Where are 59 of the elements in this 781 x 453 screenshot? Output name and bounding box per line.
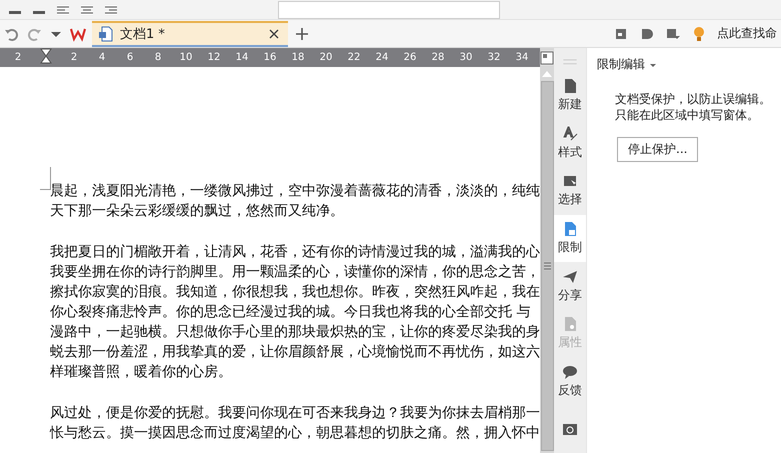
text-line: 我要坐拥在你的诗行韵脚里。用一颗温柔的心，读懂你的深情，你的思念之苦， [50,263,540,282]
text-line: 漫路中，一起驰横。只想做你手心里的那块最炽热的宝，让你的疼爱尽染我的身 [50,323,540,342]
lightbulb-icon [691,26,707,42]
ruler-number: 20 [318,52,334,63]
grip-icon[interactable] [562,58,578,66]
align-center-icon[interactable] [80,4,94,14]
ruler-number: 22 [346,52,362,63]
scroll-thumb[interactable] [540,81,554,451]
new-icon [562,78,578,94]
side-tab[interactable]: 选择 [554,166,586,215]
side-tab[interactable]: 限制 [554,214,586,262]
ruler-number: 14 [234,52,250,63]
share-icon [562,268,578,285]
side-tab[interactable]: 新建 [554,72,586,120]
text-line: 天下那一朵朵云彩缓缓的飘过，悠然而又纯净。 [50,202,345,221]
ruler-number: 10 [178,52,194,63]
margin-corner-mark [40,167,51,190]
protection-message: 只能在此区域中填写窗体。 [615,107,760,123]
properties-icon [562,316,578,332]
new-tab-icon[interactable] [294,26,310,42]
stop-protection-button[interactable]: 停止保护... [617,137,698,162]
text-line: 擦拭你寂寞的泪痕。我知道，你很想我，我也想你。昨夜，突然狂风咋起，我在 [50,283,540,302]
ruler-number: 24 [374,52,390,63]
text-line: 我把夏日的门楣敞开着，让清风，花香，还有你的诗情漫过我的城，溢满我的心 [50,243,540,262]
document-tab[interactable]: 文档1 * [92,20,288,46]
text-line: 风过处，便是你爱的抚慰。我要问你现在可否来我身边？我要为你抹去眉梢那一 [50,404,540,423]
ruler-number: 6 [126,52,134,63]
scrollbar[interactable] [540,48,554,453]
side-tab[interactable]: 样式 [554,119,586,167]
restrict-icon [562,220,578,237]
style-icon [562,126,578,142]
ruler-number: 16 [262,52,278,63]
side-tab[interactable]: 反馈 [554,358,586,406]
ruler-number: 26 [402,52,418,63]
align-left-icon[interactable] [56,4,70,14]
protection-message: 文档受保护，以防止误编辑。 [615,91,771,107]
ruler-number: 32 [486,52,502,63]
ruler-number: 2 [14,52,22,63]
panel-title[interactable]: 限制编辑 [597,56,645,73]
ruler-number: 4 [98,52,106,63]
ruler-number: 34 [514,52,530,63]
align-right-icon[interactable] [104,4,118,14]
ruler-number: 8 [154,52,162,63]
text-line: 怅与愁云。摸一摸因思念而过度渴望的心，朝思暮想的切肤之痛。然，拥入怀中 [50,424,540,443]
split-view-icon[interactable] [540,51,554,65]
ruler-number: 18 [290,52,306,63]
ruler-number: 28 [430,52,446,63]
document-icon [98,26,114,42]
side-tab[interactable]: 分享 [554,262,586,310]
text-line: 你心裂疼痛悲怜声。你的思念已经漫过我的城。今日我也将我的心全部交托 与 [50,303,532,322]
feedback-icon [562,364,578,380]
command-search-hint[interactable]: 点此查找命 [717,25,777,42]
text-line: 晨起，浅夏阳光清艳，一缕微风拂过，空中弥漫着蔷薇花的清香，淡淡的，纯纯 [50,182,540,201]
text-line: 蜕去那一份羞涩，用我挚真的爱，让你眉颜舒展，心境愉悦而不再忧伤，如这六 [50,343,540,362]
backup-icon [562,421,578,438]
ruler-number: 2 [70,52,78,63]
ruler-number: 12 [206,52,222,63]
text-line: 样璀璨普照，暖着你的心房。 [50,363,233,382]
ruler-number: 30 [458,52,474,63]
